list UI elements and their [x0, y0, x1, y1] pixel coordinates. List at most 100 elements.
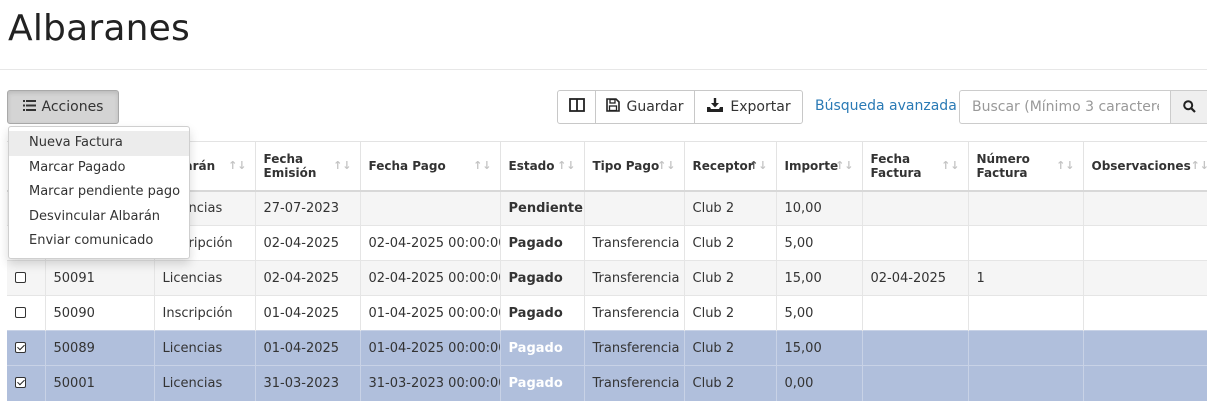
row-checkbox[interactable]	[15, 306, 26, 318]
cell-fecha-pago: 31-03-2023 00:00:00	[359, 365, 500, 401]
row-checkbox-checked[interactable]	[15, 341, 26, 353]
sort-icon: ↑↓	[557, 158, 576, 172]
header-fecha-pago[interactable]: Fecha Pago ↑↓	[359, 141, 500, 192]
header-importe[interactable]: Importe ↑↓	[775, 141, 862, 192]
cell-fecha-emision: 01-04-2025	[254, 330, 360, 366]
cell-receptor: Club 2	[683, 365, 776, 401]
sort-icon: ↑↓	[1190, 158, 1207, 172]
cell-albaran: Licencias	[153, 260, 255, 296]
menu-item-marcar-pagado[interactable]: Marcar Pagado	[9, 156, 189, 181]
header-fecha-emision[interactable]: Fecha Emisión ↑↓	[254, 141, 360, 192]
table-row[interactable]: 50090 Inscripción 01-04-2025 01-04-2025 …	[7, 295, 1207, 331]
cell-tipo-pago: Transferencia	[583, 365, 684, 401]
cell-fecha-pago	[359, 190, 500, 226]
cell-fecha-factura	[861, 330, 968, 366]
cell-fecha-emision: 02-04-2025	[254, 225, 360, 261]
cell-observaciones	[1082, 225, 1207, 261]
header-tipo-pago[interactable]: Tipo Pago ↑↓	[583, 141, 684, 192]
cell-observaciones	[1082, 190, 1207, 226]
cell-numero-factura	[967, 330, 1083, 366]
menu-item-enviar-comunicado[interactable]: Enviar comunicado	[9, 229, 189, 254]
table-row[interactable]: 50091 Licencias 02-04-2025 02-04-2025 00…	[7, 260, 1207, 296]
row-checkbox-checked[interactable]	[15, 376, 26, 388]
header-observaciones[interactable]: Observaciones ↑↓	[1082, 141, 1207, 192]
columns-button[interactable]	[557, 90, 596, 124]
sort-icon: ↑↓	[228, 158, 247, 172]
cell-receptor: Club 2	[683, 225, 776, 261]
cell-fecha-emision: 27-07-2023	[254, 190, 360, 226]
cell-albaran: Inscripción	[153, 295, 255, 331]
cell-importe: 10,00	[775, 190, 862, 226]
cell-tipo-pago: Transferencia	[583, 260, 684, 296]
cell-fecha-pago: 02-04-2025 00:00:00	[359, 260, 500, 296]
search-button[interactable]	[1170, 90, 1207, 124]
cell-numero-factura	[967, 295, 1083, 331]
page-title: Albaranes	[8, 8, 190, 49]
exportar-button[interactable]: Exportar	[694, 90, 803, 124]
sort-icon: ↑↓	[473, 158, 492, 172]
cell-albaran: Licencias	[153, 365, 255, 401]
cell-numero-factura	[967, 225, 1083, 261]
cell-fecha-factura	[861, 295, 968, 331]
cell-fecha-factura	[861, 190, 968, 226]
cell-tipo-pago: Transferencia	[583, 330, 684, 366]
cell-fecha-emision: 02-04-2025	[254, 260, 360, 296]
cell-tipo-pago: Transferencia	[583, 225, 684, 261]
sort-icon: ↑↓	[657, 158, 676, 172]
sort-icon: ↑↓	[1056, 158, 1075, 172]
cell-fecha-emision: 31-03-2023	[254, 365, 360, 401]
row-checkbox[interactable]	[15, 271, 26, 283]
cell-fecha-factura	[861, 365, 968, 401]
save-icon	[606, 98, 621, 116]
acciones-button[interactable]: Acciones	[7, 90, 119, 124]
cell-fecha-pago: 02-04-2025 00:00:00	[359, 225, 500, 261]
menu-item-nueva-factura[interactable]: Nueva Factura	[9, 131, 189, 156]
search-icon	[1182, 98, 1196, 117]
cell-observaciones	[1082, 260, 1207, 296]
menu-item-marcar-pendiente-pago[interactable]: Marcar pendiente pago	[9, 180, 189, 205]
sort-asc-icon: ↑↓	[749, 158, 768, 172]
sort-icon: ↑↓	[333, 158, 352, 172]
cell-fecha-factura: 02-04-2025	[861, 260, 968, 296]
header-estado[interactable]: Estado ↑↓	[499, 141, 584, 192]
cell-importe: 15,00	[775, 260, 862, 296]
cell-tipo-pago: Transferencia	[583, 295, 684, 331]
table-row-selected[interactable]: 50089 Licencias 01-04-2025 01-04-2025 00…	[7, 330, 1207, 366]
header-fecha-factura[interactable]: Fecha Factura ↑↓	[861, 141, 968, 192]
cell-receptor: Club 2	[683, 295, 776, 331]
cell-id: 50091	[44, 260, 154, 296]
cell-id: 50001	[44, 365, 154, 401]
sort-icon: ↑↓	[941, 158, 960, 172]
cell-tipo-pago	[583, 190, 684, 226]
table-row-selected[interactable]: 50001 Licencias 31-03-2023 31-03-2023 00…	[7, 365, 1207, 401]
header-numero-factura[interactable]: Número Factura ↑↓	[967, 141, 1083, 192]
list-icon	[22, 99, 36, 115]
cell-estado: Pagado	[499, 295, 584, 331]
cell-observaciones	[1082, 365, 1207, 401]
sort-icon: ↑↓	[835, 158, 854, 172]
exportar-label: Exportar	[730, 99, 791, 115]
cell-receptor: Club 2	[683, 190, 776, 226]
cell-numero-factura	[967, 365, 1083, 401]
search-input[interactable]	[959, 90, 1171, 124]
cell-numero-factura: 1	[967, 260, 1083, 296]
menu-item-desvincular-albaran[interactable]: Desvincular Albarán	[9, 205, 189, 230]
cell-numero-factura	[967, 190, 1083, 226]
cell-id: 50089	[44, 330, 154, 366]
cell-importe: 5,00	[775, 295, 862, 331]
cell-receptor: Club 2	[683, 260, 776, 296]
guardar-button[interactable]: Guardar	[595, 90, 695, 124]
cell-estado: Pendiente	[499, 190, 584, 226]
cell-fecha-pago: 01-04-2025 00:00:00	[359, 295, 500, 331]
cell-id: 50090	[44, 295, 154, 331]
cell-albaran: Licencias	[153, 330, 255, 366]
header-receptor[interactable]: Receptor ↑↓	[683, 141, 776, 192]
cell-fecha-pago: 01-04-2025 00:00:00	[359, 330, 500, 366]
cell-observaciones	[1082, 295, 1207, 331]
cell-estado: Pagado	[499, 260, 584, 296]
cell-importe: 15,00	[775, 330, 862, 366]
advanced-search-link[interactable]: Búsqueda avanzada	[815, 98, 957, 114]
download-icon	[706, 97, 724, 117]
cell-importe: 5,00	[775, 225, 862, 261]
cell-observaciones	[1082, 330, 1207, 366]
